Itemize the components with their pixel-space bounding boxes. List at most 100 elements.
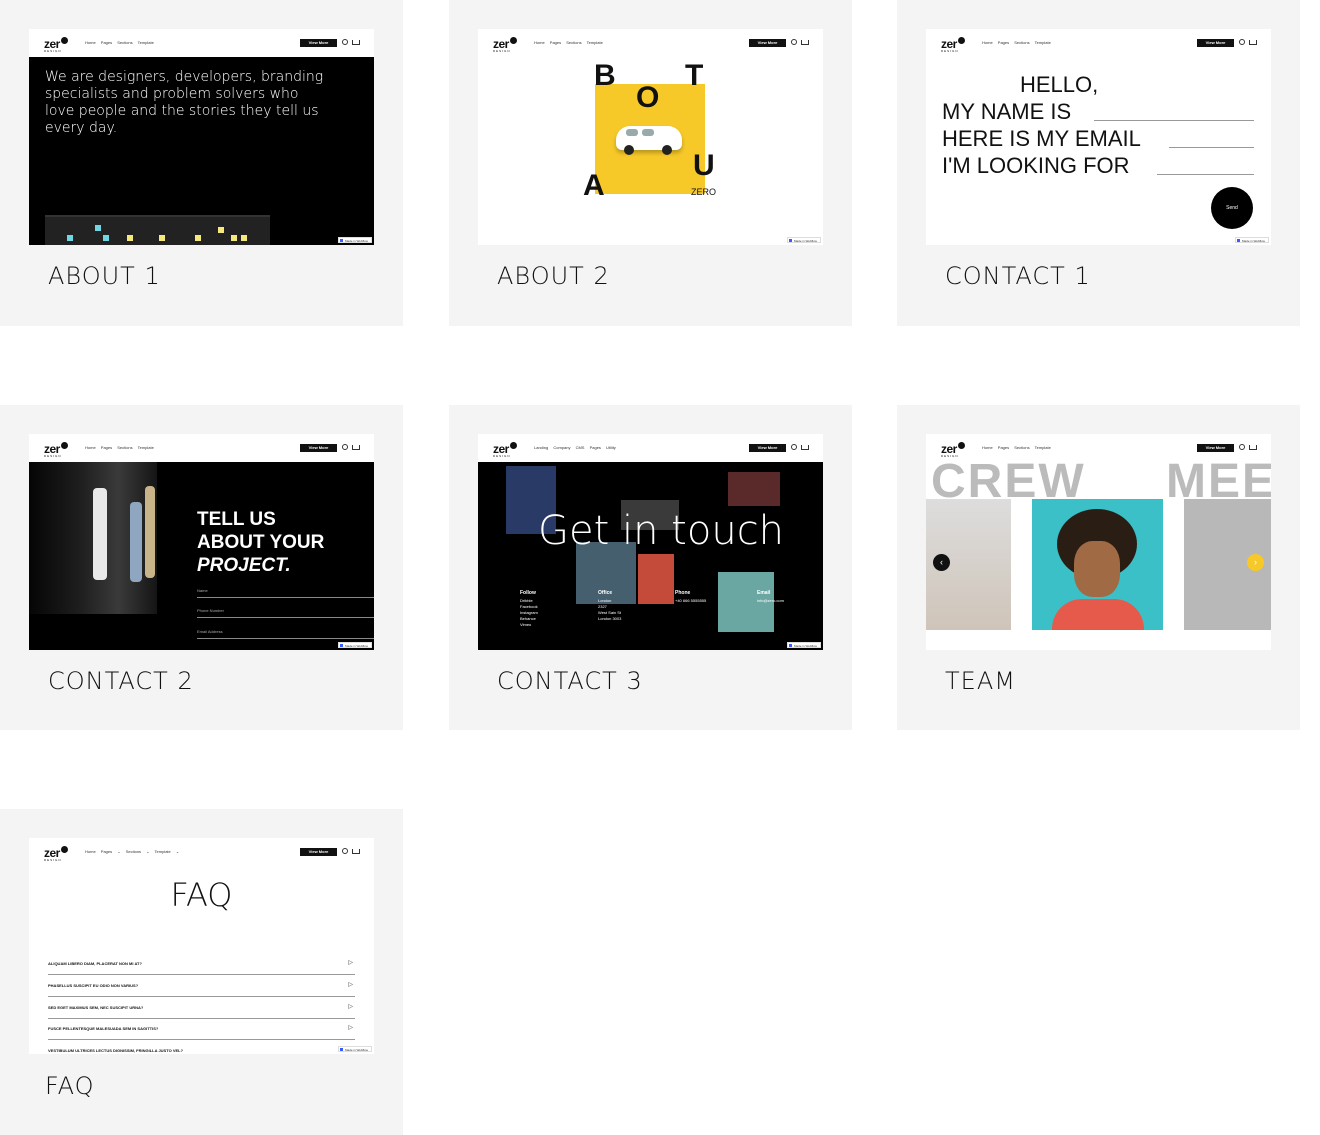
cart-icon xyxy=(352,849,360,854)
card-title: ABOUT 2 xyxy=(497,262,610,290)
sticky-note xyxy=(231,235,237,241)
letter-o: O xyxy=(636,81,660,114)
about-1-thumbnail[interactable]: zer DESIGN Home Pages Sections Template … xyxy=(29,29,374,245)
nav-links: Home Pages ⌄ Sections ⌄ Template ⌄ xyxy=(85,849,180,854)
email-underline xyxy=(1169,147,1254,148)
sticky-note xyxy=(103,235,109,241)
card-team[interactable]: zer DESIGN Home Pages Sections Template … xyxy=(897,405,1300,730)
team-thumbnail[interactable]: zer DESIGN Home Pages Sections Template … xyxy=(926,434,1271,650)
phone-column: Phone +40 666 5555555 xyxy=(675,590,707,603)
faq-thumbnail[interactable]: zer DESIGN Home Pages ⌄ Sections ⌄ Templ… xyxy=(29,838,374,1054)
mini-navbar: zer DESIGN Home Pages Sections Template … xyxy=(29,29,374,57)
card-title: CONTACT 1 xyxy=(945,262,1091,290)
card-about-1[interactable]: zer DESIGN Home Pages Sections Template … xyxy=(0,0,403,326)
looking-for-line: I'M LOOKING FOR xyxy=(942,153,1130,178)
logo-subtitle: DESIGN xyxy=(44,858,62,862)
card-title: CONTACT 2 xyxy=(48,667,194,695)
sticky-note xyxy=(195,235,201,241)
cart-icon xyxy=(801,40,809,45)
search-icon xyxy=(1239,444,1245,450)
contact-3-hero: Get in touch Follow Dribble Facebook Ins… xyxy=(478,462,823,650)
card-title: TEAM xyxy=(945,667,1016,695)
logo-subtitle: DESIGN xyxy=(941,49,959,53)
nav-links: Home Pages Sections Template xyxy=(85,445,154,450)
previous-arrow-button: ‹ xyxy=(933,554,950,571)
card-contact-3[interactable]: zer DESIGN Landing Company CMS Pages Uti… xyxy=(449,405,852,730)
nav-links: Home Pages Sections Template xyxy=(982,445,1051,450)
mini-navbar: zer DESIGN Home Pages Sections Template … xyxy=(478,29,823,57)
name-line: MY NAME IS xyxy=(942,99,1072,124)
collage-image xyxy=(638,554,674,604)
email-column: Email info@zero.com xyxy=(757,590,784,603)
cart-icon xyxy=(801,445,809,450)
view-more-button: View More xyxy=(300,848,337,856)
email-line: HERE IS MY EMAIL xyxy=(942,126,1141,151)
view-more-button: View More xyxy=(1197,444,1234,452)
logo-subtitle: DESIGN xyxy=(493,49,511,53)
logo-subtitle: DESIGN xyxy=(44,49,62,53)
contact-3-thumbnail[interactable]: zer DESIGN Landing Company CMS Pages Uti… xyxy=(478,434,823,650)
send-button: Send xyxy=(1211,187,1253,229)
about-1-hero: We are designers, developers, branding s… xyxy=(29,57,374,245)
search-icon xyxy=(791,39,797,45)
phone-field: Phone Number xyxy=(197,608,374,618)
project-heading: TELL US ABOUT YOUR PROJECT. xyxy=(197,509,325,576)
search-icon xyxy=(791,444,797,450)
view-more-button: View More xyxy=(749,39,786,47)
nav-links: Home Pages Sections Template xyxy=(534,40,603,45)
faq-item: VESTIBULUM ULTRICES LECTUS DIGNISSIM, FR… xyxy=(48,1040,355,1054)
webflow-badge: Made in Webflow xyxy=(1235,237,1269,243)
webflow-badge: Made in Webflow xyxy=(787,642,821,648)
sticky-note xyxy=(67,235,73,241)
chevron-icon: ▷ xyxy=(348,1004,353,1010)
hello-text: HELLO, xyxy=(1020,72,1099,97)
logo-subtitle: DESIGN xyxy=(44,454,62,458)
nav-links: Home Pages Sections Template xyxy=(982,40,1051,45)
chevron-icon: ▷ xyxy=(348,1025,353,1031)
about-2-thumbnail[interactable]: zer DESIGN Home Pages Sections Template … xyxy=(478,29,823,245)
card-title: ABOUT 1 xyxy=(48,262,161,290)
letter-b: B xyxy=(594,59,616,92)
mini-navbar: zer DESIGN Home Pages ⌄ Sections ⌄ Templ… xyxy=(29,838,374,866)
get-in-touch-heading: Get in touch xyxy=(538,508,785,554)
name-underline xyxy=(1094,120,1254,121)
search-icon xyxy=(342,39,348,45)
mini-navbar: zer DESIGN Home Pages Sections Template … xyxy=(29,434,374,462)
card-contact-2[interactable]: zer DESIGN Home Pages Sections Template … xyxy=(0,405,403,730)
card-title: CONTACT 3 xyxy=(497,667,643,695)
search-icon xyxy=(1239,39,1245,45)
logo-subtitle: DESIGN xyxy=(493,454,511,458)
faq-heading: FAQ xyxy=(170,876,233,914)
email-field: Email Address xyxy=(197,629,374,639)
view-more-button: View More xyxy=(1197,39,1234,47)
faq-item: ALIQUAM LIBERO DIAM, PLACERAT NON MI AT?… xyxy=(48,953,355,975)
webflow-badge: Made in Webflow xyxy=(338,237,372,243)
faq-item: SED EGET MAXIMUS SEM, NEC SUSCIPIT URNA?… xyxy=(48,997,355,1019)
view-more-button: View More xyxy=(300,444,337,452)
sticky-note xyxy=(159,235,165,241)
card-about-2[interactable]: zer DESIGN Home Pages Sections Template … xyxy=(449,0,852,326)
sticky-note xyxy=(218,227,224,233)
card-title: FAQ xyxy=(45,1072,95,1100)
collage-image xyxy=(728,472,780,506)
card-contact-1[interactable]: zer DESIGN Home Pages Sections Template … xyxy=(897,0,1300,326)
name-field: Name xyxy=(197,588,374,598)
card-faq[interactable]: zer DESIGN Home Pages ⌄ Sections ⌄ Templ… xyxy=(0,809,403,1135)
contact-1-thumbnail[interactable]: zer DESIGN Home Pages Sections Template … xyxy=(926,29,1271,245)
letter-a: A xyxy=(583,169,605,202)
follow-column: Follow Dribble Facebook Instagram Behanc… xyxy=(520,590,538,627)
webflow-badge: Made in Webflow xyxy=(787,237,821,243)
nav-links: Landing Company CMS Pages Utility xyxy=(534,445,616,450)
view-more-button: View More xyxy=(300,39,337,47)
car-image xyxy=(616,126,682,155)
mini-navbar: zer DESIGN Home Pages Sections Template … xyxy=(926,29,1271,57)
sticky-note xyxy=(241,235,247,241)
cart-icon xyxy=(1249,445,1257,450)
sticky-note-wall xyxy=(45,215,270,245)
contact-2-hero: TELL US ABOUT YOUR PROJECT. Name Phone N… xyxy=(29,462,374,650)
next-arrow-button: › xyxy=(1247,554,1264,571)
office-column: Office London 2327 West Sain St London 3… xyxy=(598,590,622,621)
search-icon xyxy=(342,444,348,450)
cart-icon xyxy=(352,445,360,450)
contact-2-thumbnail[interactable]: zer DESIGN Home Pages Sections Template … xyxy=(29,434,374,650)
